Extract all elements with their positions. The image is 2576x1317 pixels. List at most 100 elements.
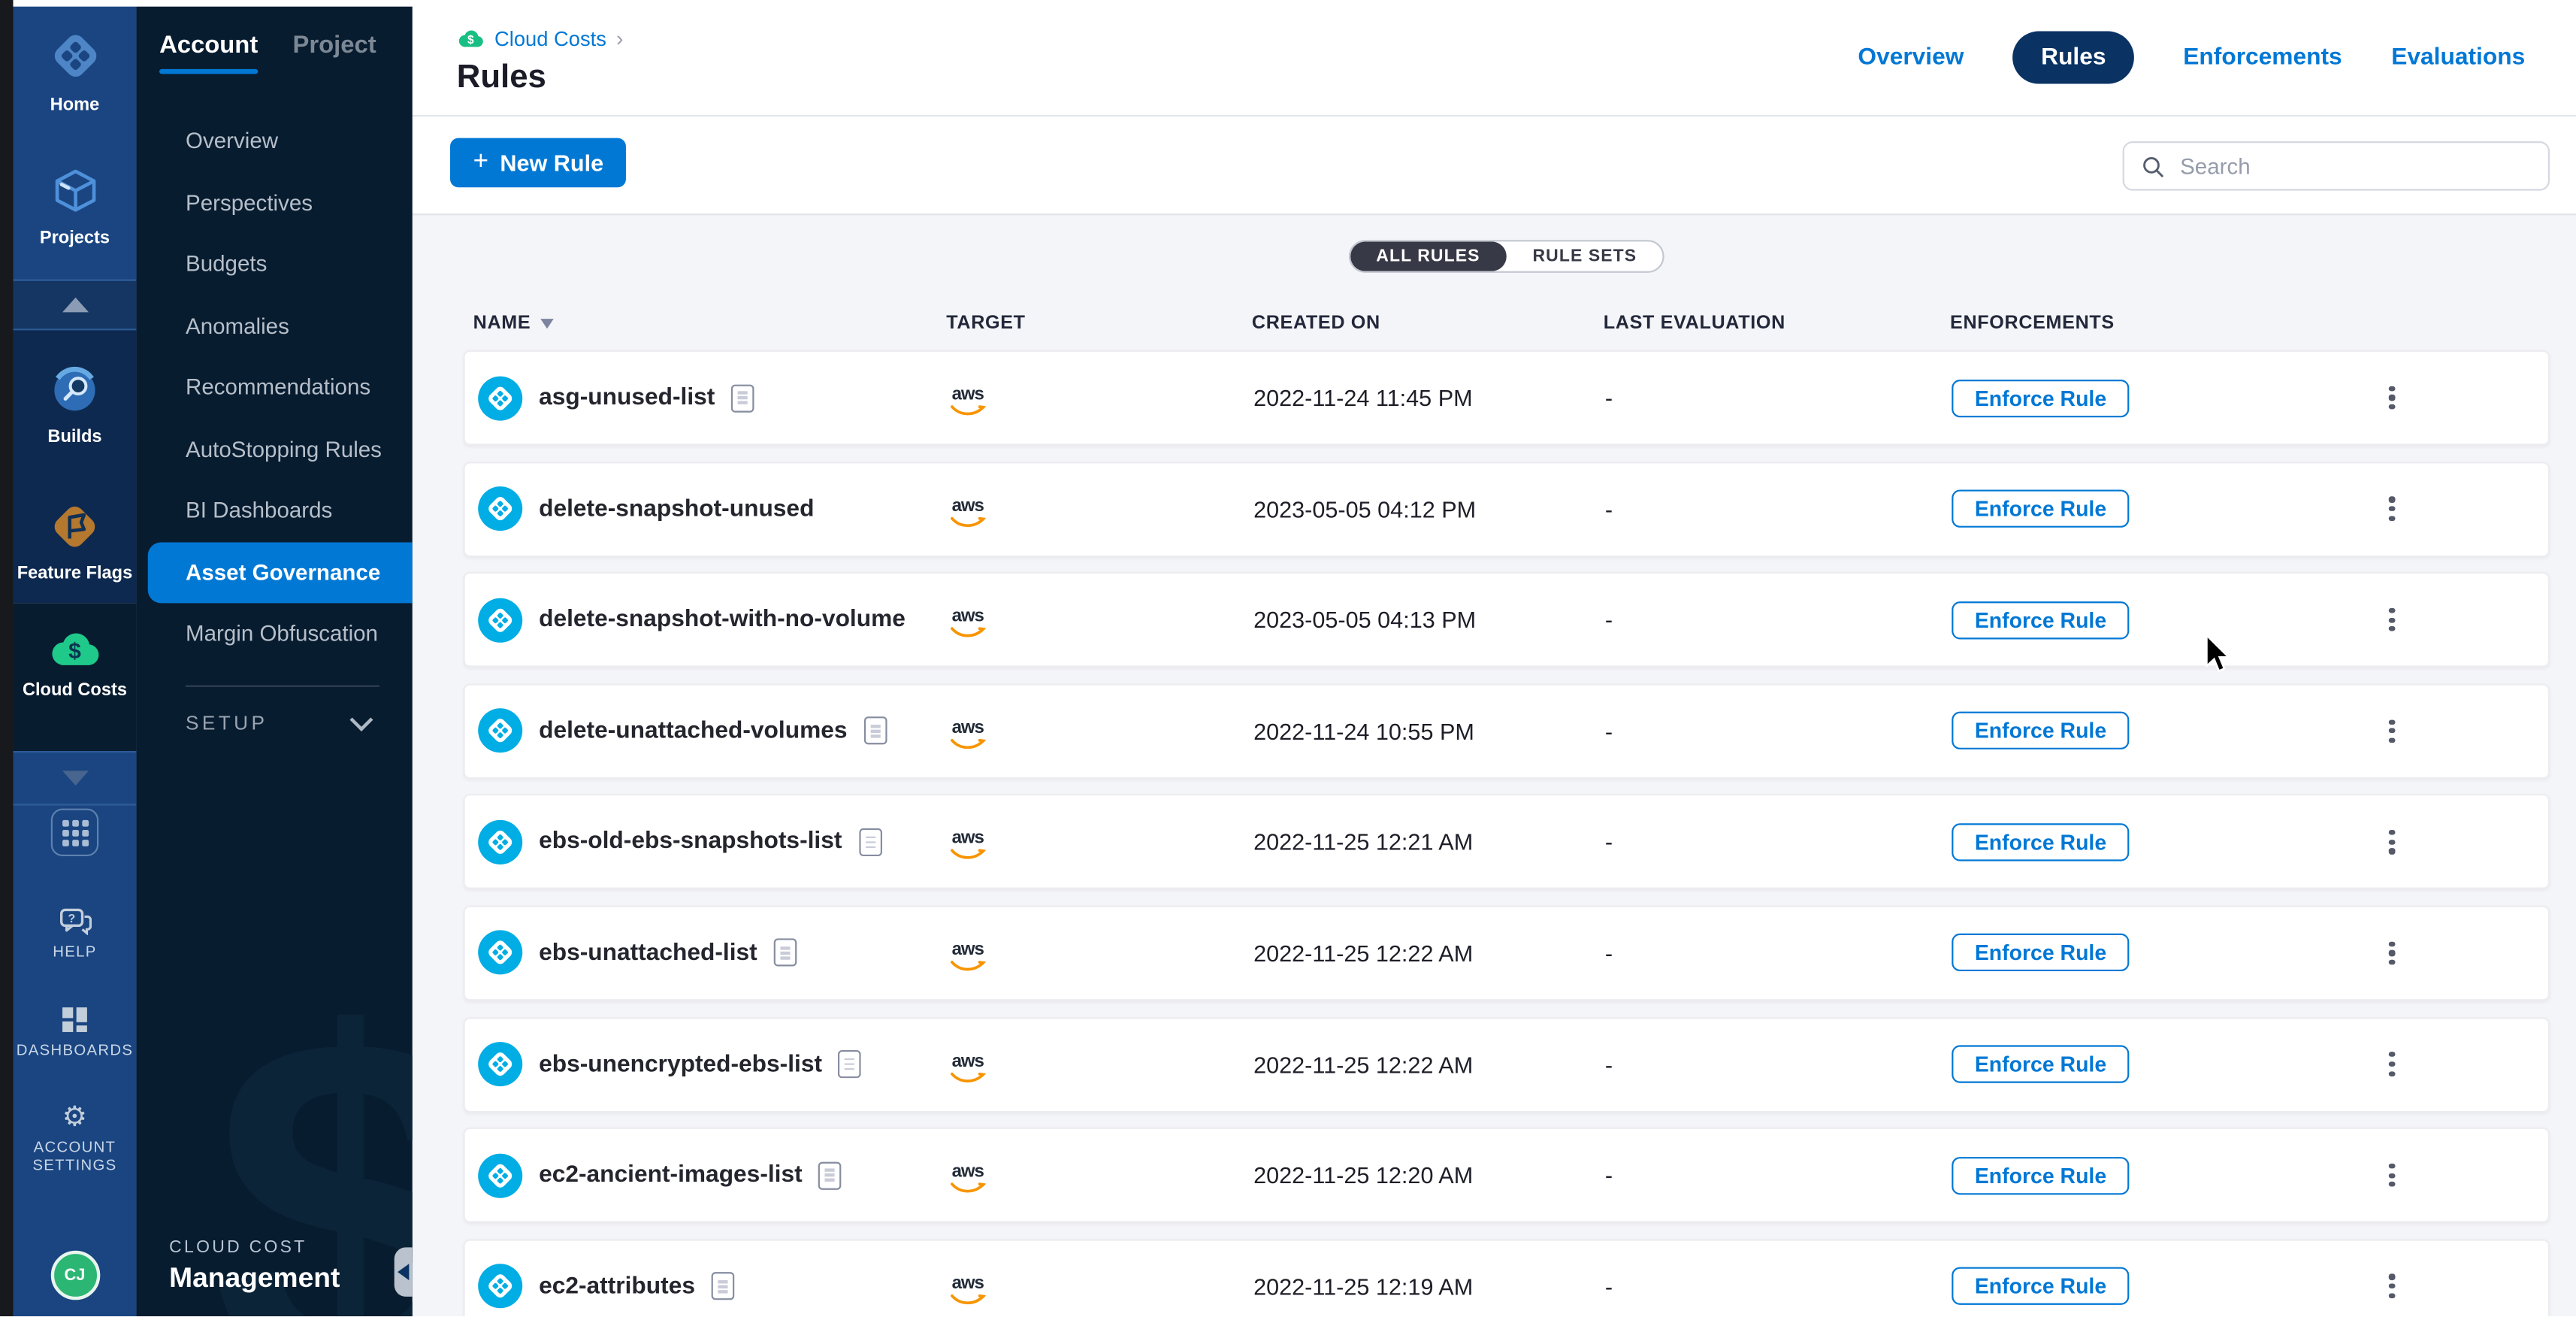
- user-avatar[interactable]: CJ: [50, 1251, 100, 1300]
- sidebar-item-autostopping-rules[interactable]: AutoStopping Rules: [136, 418, 412, 480]
- search-input[interactable]: [2177, 152, 2548, 180]
- nav-cloud-costs[interactable]: $ Cloud Costs: [13, 603, 136, 739]
- enforce-rule-button[interactable]: Enforce Rule: [1952, 490, 2130, 528]
- new-rule-button[interactable]: + New Rule: [450, 138, 627, 188]
- breadcrumb-chevron: ›: [616, 26, 623, 51]
- aws-smile: [950, 626, 986, 639]
- rule-name[interactable]: ec2-ancient-images-list: [539, 1162, 803, 1188]
- plus-icon: +: [473, 150, 488, 176]
- column-created-on: CREATED ON: [1252, 314, 1604, 334]
- enforce-rule-button[interactable]: Enforce Rule: [1952, 601, 2130, 638]
- toggle-rule-sets[interactable]: RULE SETS: [1507, 241, 1664, 271]
- rule-name[interactable]: asg-unused-list: [539, 385, 715, 411]
- enforce-rule-button[interactable]: Enforce Rule: [1952, 1156, 2130, 1194]
- enforce-rule-button[interactable]: Enforce Rule: [1952, 823, 2130, 861]
- kebab-menu-icon[interactable]: [2383, 1157, 2401, 1194]
- enforce-rule-button[interactable]: Enforce Rule: [1952, 1267, 2130, 1305]
- tab-account[interactable]: Account: [159, 32, 258, 74]
- toggle-all-rules[interactable]: ALL RULES: [1350, 241, 1506, 271]
- rule-icon: [478, 1264, 522, 1309]
- breadcrumb-link[interactable]: Cloud Costs: [494, 27, 606, 50]
- enforce-rule-button[interactable]: Enforce Rule: [1952, 712, 2130, 749]
- nav-builds-label: Builds: [47, 427, 101, 447]
- table-row: ec2-attributes aws 2022-11-25 12:19 AM -…: [464, 1239, 2550, 1316]
- rule-name-cell: ebs-unencrypted-ebs-list: [465, 1042, 948, 1086]
- tab-overview[interactable]: Overview: [1858, 44, 1964, 71]
- kebab-menu-icon[interactable]: [2383, 379, 2401, 416]
- sidebar-item-overview[interactable]: Overview: [136, 110, 412, 171]
- kebab-menu-icon[interactable]: [2383, 601, 2401, 638]
- target-cell: aws: [948, 600, 1253, 639]
- rule-icon: [478, 709, 522, 753]
- nav-help-label: HELP: [53, 943, 96, 961]
- rule-name[interactable]: delete-snapshot-with-no-volume: [539, 607, 906, 633]
- document-icon[interactable]: [712, 1273, 735, 1300]
- rule-name[interactable]: ebs-old-ebs-snapshots-list: [539, 829, 842, 855]
- rail-scroll-down[interactable]: [13, 751, 136, 805]
- cloud-dollar-icon: $: [47, 629, 101, 668]
- kebab-menu-icon[interactable]: [2383, 490, 2401, 527]
- sidebar-item-asset-governance[interactable]: Asset Governance: [148, 541, 413, 603]
- page-header: $ Cloud Costs › Rules Overview Rules Enf…: [413, 0, 2576, 117]
- rules-filter-toggle: ALL RULES RULE SETS: [1348, 240, 1664, 273]
- document-icon[interactable]: [839, 1050, 862, 1078]
- nav-builds[interactable]: Builds: [13, 344, 136, 480]
- search-icon: [2141, 153, 2166, 178]
- sidebar-item-anomalies[interactable]: Anomalies: [136, 295, 412, 356]
- document-icon[interactable]: [731, 383, 754, 411]
- created-on-value: 2022-11-25 12:19 AM: [1253, 1273, 1605, 1300]
- sidebar-item-budgets[interactable]: Budgets: [136, 233, 412, 295]
- kebab-menu-icon[interactable]: [2383, 824, 2401, 861]
- kebab-menu-icon[interactable]: [2383, 1046, 2401, 1082]
- kebab-menu-icon[interactable]: [2383, 934, 2401, 971]
- collapse-arrow-icon: [398, 1264, 409, 1280]
- document-icon[interactable]: [858, 828, 881, 856]
- nav-feature-flags[interactable]: Feature Flags: [13, 480, 136, 616]
- setup-section-toggle[interactable]: SETUP: [136, 711, 412, 734]
- module-picker-icon[interactable]: [51, 809, 98, 856]
- tab-evaluations[interactable]: Evaluations: [2391, 44, 2525, 71]
- sidebar-collapse-button[interactable]: [395, 1247, 413, 1297]
- column-last-evaluation: LAST EVALUATION: [1604, 314, 1950, 334]
- sidebar-item-perspectives[interactable]: Perspectives: [136, 171, 412, 233]
- nav-help[interactable]: ? HELP: [53, 907, 96, 961]
- enforcements-cell: Enforce Rule: [1952, 1156, 2354, 1194]
- rule-name[interactable]: ebs-unencrypted-ebs-list: [539, 1051, 822, 1077]
- document-icon[interactable]: [863, 717, 887, 745]
- last-evaluation-value: -: [1605, 1273, 1952, 1300]
- tab-project[interactable]: Project: [292, 32, 376, 74]
- builds-icon: [50, 365, 101, 416]
- tab-enforcements[interactable]: Enforcements: [2183, 44, 2342, 71]
- enforce-rule-button[interactable]: Enforce Rule: [1952, 379, 2130, 416]
- nav-home[interactable]: Home: [13, 7, 136, 143]
- created-on-value: 2022-11-24 10:55 PM: [1253, 718, 1605, 744]
- nav-dashboards[interactable]: DASHBOARDS: [17, 1006, 133, 1060]
- column-target: TARGET: [946, 314, 1252, 334]
- enforcements-cell: Enforce Rule: [1952, 1046, 2354, 1083]
- nav-projects[interactable]: Projects: [13, 143, 136, 279]
- table-row: ebs-old-ebs-snapshots-list aws 2022-11-2…: [464, 795, 2550, 890]
- rule-name[interactable]: delete-unattached-volumes: [539, 718, 847, 744]
- nav-account-settings[interactable]: ⚙ ACCOUNT SETTINGS: [24, 1104, 126, 1176]
- kebab-menu-icon[interactable]: [2383, 713, 2401, 749]
- column-name[interactable]: NAME: [464, 314, 947, 334]
- rule-name[interactable]: ebs-unattached-list: [539, 940, 757, 966]
- rule-icon: [478, 598, 522, 642]
- sidebar-item-margin-obfuscation[interactable]: Margin Obfuscation: [136, 603, 412, 665]
- sidebar-item-recommendations[interactable]: Recommendations: [136, 356, 412, 418]
- target-cell: aws: [948, 489, 1253, 528]
- kebab-menu-icon[interactable]: [2383, 1268, 2401, 1305]
- rule-name[interactable]: ec2-attributes: [539, 1273, 695, 1300]
- document-icon[interactable]: [774, 939, 797, 967]
- enforce-rule-button[interactable]: Enforce Rule: [1952, 934, 2130, 972]
- nav-projects-label: Projects: [40, 229, 110, 248]
- document-icon[interactable]: [819, 1161, 842, 1189]
- rail-scroll-up[interactable]: [13, 280, 136, 331]
- rule-name[interactable]: delete-snapshot-unused: [539, 495, 814, 522]
- scroll-up-icon: [62, 298, 88, 313]
- rule-icon: [478, 1153, 522, 1197]
- sidebar-item-bi-dashboards[interactable]: BI Dashboards: [136, 480, 412, 541]
- tab-rules[interactable]: Rules: [2013, 32, 2134, 84]
- enforce-rule-button[interactable]: Enforce Rule: [1952, 1046, 2130, 1083]
- table-row: ec2-ancient-images-list aws 2022-11-25 1…: [464, 1128, 2550, 1223]
